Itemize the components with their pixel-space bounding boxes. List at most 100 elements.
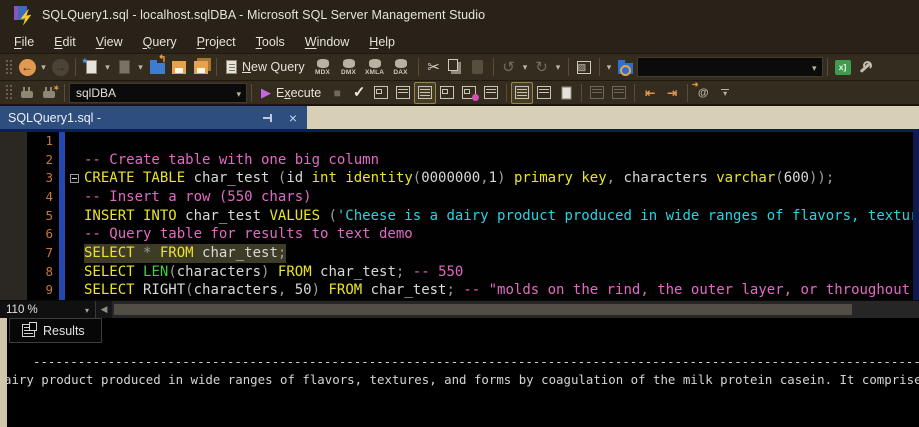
- search-combo[interactable]: [636, 57, 823, 77]
- new-dax-query-button[interactable]: DAX: [388, 55, 414, 79]
- back-dropdown-caret-icon[interactable]: [38, 56, 49, 78]
- redo-button[interactable]: [531, 56, 553, 78]
- breakpoint-gutter[interactable]: [0, 243, 27, 263]
- toolbar-grip[interactable]: [5, 84, 12, 101]
- results-to-text-button[interactable]: [511, 81, 534, 104]
- new-query-button[interactable]: New Query: [221, 56, 310, 78]
- results-to-file-button[interactable]: [555, 82, 577, 104]
- code-editor[interactable]: 1 2 -- Create table with one big column 3 CR…: [0, 132, 919, 300]
- save-button[interactable]: [168, 56, 190, 78]
- add-item-dropdown-caret-icon[interactable]: [135, 56, 146, 78]
- design-query-button[interactable]: [392, 82, 414, 104]
- horizontal-scrollbar-track[interactable]: [112, 301, 919, 318]
- add-item-icon: [118, 60, 130, 74]
- navigate-back-button[interactable]: [16, 56, 38, 78]
- close-icon[interactable]: [289, 111, 297, 125]
- breakpoint-gutter[interactable]: [0, 206, 27, 226]
- ssms-window: ⚡ SQLQuery1.sql - localhost.sqlDBA - Mic…: [0, 0, 919, 427]
- horizontal-scrollbar-thumb[interactable]: [114, 304, 852, 315]
- menu-item-project[interactable]: Project: [187, 32, 246, 52]
- actual-plan-button[interactable]: [458, 82, 480, 104]
- selection-button[interactable]: [573, 56, 595, 78]
- tab-results[interactable]: Results: [9, 318, 102, 343]
- results-grid-icon: [22, 322, 37, 337]
- code-line[interactable]: 9 SELECT RIGHT(characters, 50) FROM char_…: [0, 281, 919, 300]
- add-item-button[interactable]: [113, 56, 135, 78]
- back-icon: [18, 58, 36, 76]
- results-to-grid-button[interactable]: [533, 82, 555, 104]
- menu-item-edit[interactable]: Edit: [44, 32, 86, 52]
- menu-item-window[interactable]: Window: [295, 32, 359, 52]
- sqlcmd-mode-button[interactable]: [692, 80, 714, 104]
- code-line[interactable]: 4 -- Insert a row (550 chars): [0, 187, 919, 207]
- toolbar-grip[interactable]: [5, 58, 12, 76]
- query-options-button[interactable]: [370, 82, 392, 104]
- save-all-button[interactable]: [190, 56, 212, 78]
- breakpoint-gutter[interactable]: [0, 169, 27, 188]
- zoom-level-combo[interactable]: 110 %: [0, 301, 96, 318]
- breakpoint-gutter[interactable]: [0, 225, 27, 244]
- toolbar-separator: [581, 83, 583, 102]
- code-line[interactable]: 6 -- Query table for results to text demo: [0, 225, 919, 244]
- redo-dropdown-caret-icon[interactable]: [553, 56, 564, 78]
- undo-button[interactable]: [498, 56, 520, 78]
- connect-button[interactable]: [16, 82, 38, 104]
- options-button[interactable]: [854, 56, 876, 78]
- window-title: SQLQuery1.sql - localhost.sqlDBA - Micro…: [42, 8, 486, 22]
- excel-icon: [834, 59, 851, 75]
- new-dmx-query-button[interactable]: DMX: [336, 55, 362, 79]
- code-line[interactable]: 1: [0, 132, 919, 151]
- cut-button[interactable]: [423, 56, 445, 78]
- pin-icon[interactable]: [262, 113, 275, 123]
- estimated-plan-button[interactable]: [436, 82, 458, 104]
- breakpoint-gutter[interactable]: [0, 132, 27, 151]
- comment-button[interactable]: [586, 82, 608, 104]
- new-mdx-query-button[interactable]: MDX: [310, 55, 336, 79]
- change-connection-button[interactable]: [38, 82, 60, 104]
- copy-button[interactable]: [445, 56, 467, 78]
- code-line[interactable]: 7 SELECT * FROM char_test;: [0, 243, 919, 263]
- document-tab-well: SQLQuery1.sql -: [0, 106, 919, 129]
- fold-margin: [65, 225, 84, 244]
- excel-export-button[interactable]: [832, 56, 854, 78]
- live-stats-button[interactable]: [480, 82, 502, 104]
- menu-item-view[interactable]: View: [86, 32, 133, 52]
- new-xmla-query-button[interactable]: XMLA: [362, 55, 388, 79]
- scroll-left-button[interactable]: [96, 301, 112, 318]
- code-line[interactable]: 3 CREATE TABLE char_test (id int identity…: [0, 169, 919, 188]
- decrease-indent-button[interactable]: [639, 82, 661, 104]
- new-file-button[interactable]: [80, 56, 102, 78]
- uncomment-button[interactable]: [608, 82, 630, 104]
- database-combo[interactable]: sqlDBA: [69, 82, 247, 103]
- vertical-scrollbar[interactable]: [913, 132, 919, 300]
- find-button[interactable]: [615, 56, 637, 78]
- breakpoint-gutter[interactable]: [0, 262, 27, 282]
- paste-button[interactable]: [467, 56, 489, 78]
- breakpoint-gutter[interactable]: [0, 281, 27, 300]
- undo-dropdown-caret-icon[interactable]: [520, 56, 531, 78]
- document-tab[interactable]: SQLQuery1.sql -: [0, 106, 307, 129]
- code-line[interactable]: 2 -- Create table with one big column: [0, 150, 919, 170]
- menu-item-file[interactable]: File: [4, 32, 44, 52]
- code-line[interactable]: 8 SELECT LEN(characters) FROM char_test; …: [0, 262, 919, 282]
- menu-item-help[interactable]: Help: [359, 32, 405, 52]
- menu-item-query[interactable]: Query: [133, 32, 187, 52]
- new-file-dropdown-caret-icon[interactable]: [102, 56, 113, 78]
- menu-item-tools[interactable]: Tools: [246, 32, 295, 52]
- execute-button[interactable]: Execute: [256, 82, 326, 104]
- collapse-icon[interactable]: [70, 174, 79, 184]
- code-line[interactable]: 5 INSERT INTO char_test VALUES ('Cheese i…: [0, 206, 919, 226]
- parse-button[interactable]: [348, 82, 370, 104]
- breakpoint-gutter[interactable]: [0, 150, 27, 170]
- breakpoint-gutter[interactable]: [0, 187, 27, 207]
- fold-margin[interactable]: [65, 169, 84, 188]
- toolbar-separator: [567, 58, 569, 76]
- intellisense-button[interactable]: [414, 81, 437, 104]
- toolbar-dropdown-caret-icon[interactable]: [604, 56, 615, 78]
- results-output[interactable]: ----------------------------------------…: [0, 343, 919, 427]
- cancel-query-button[interactable]: [326, 82, 348, 104]
- open-file-button[interactable]: [146, 54, 168, 78]
- increase-indent-button[interactable]: [661, 82, 683, 104]
- navigate-forward-button[interactable]: [49, 56, 71, 78]
- toolbar-overflow-button[interactable]: [714, 82, 736, 104]
